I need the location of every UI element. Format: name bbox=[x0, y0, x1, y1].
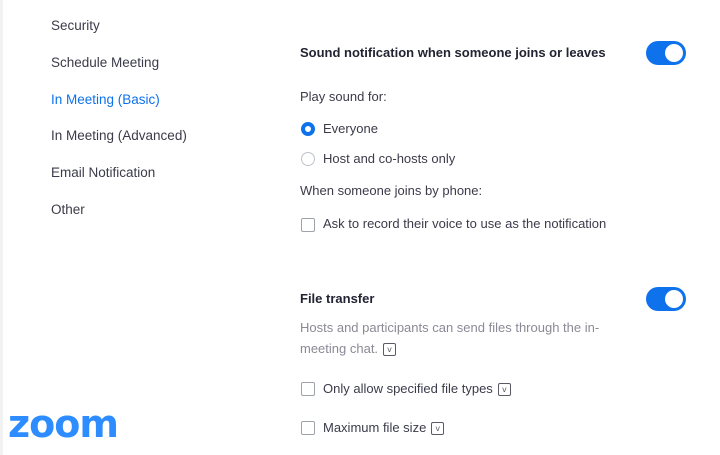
radio-everyone[interactable] bbox=[301, 122, 315, 136]
sidebar-item-in-meeting-advanced[interactable]: In Meeting (Advanced) bbox=[51, 128, 187, 143]
toggle-knob bbox=[665, 44, 683, 62]
max-file-size-checkbox[interactable] bbox=[301, 421, 315, 435]
only-specified-types-row: Only allow specified file types v bbox=[323, 381, 511, 397]
file-transfer-description: Hosts and participants can send files th… bbox=[300, 317, 618, 359]
only-specified-types-checkbox[interactable] bbox=[301, 382, 315, 396]
sidebar-item-security[interactable]: Security bbox=[51, 18, 100, 33]
max-file-size-label[interactable]: Maximum file size bbox=[323, 420, 426, 435]
radio-host-cohosts[interactable] bbox=[301, 152, 315, 166]
record-voice-label[interactable]: Ask to record their voice to use as the … bbox=[323, 216, 606, 231]
sidebar-item-in-meeting-basic[interactable]: In Meeting (Basic) bbox=[51, 92, 160, 107]
info-icon[interactable]: v bbox=[431, 422, 445, 436]
radio-host-cohosts-label[interactable]: Host and co-hosts only bbox=[323, 151, 455, 166]
toggle-knob bbox=[665, 290, 683, 308]
file-transfer-description-text: Hosts and participants can send files th… bbox=[300, 320, 600, 356]
max-file-size-row: Maximum file size v bbox=[323, 420, 445, 436]
sound-notification-toggle[interactable] bbox=[646, 41, 686, 65]
only-specified-types-label[interactable]: Only allow specified file types bbox=[323, 381, 493, 396]
sidebar-item-schedule-meeting[interactable]: Schedule Meeting bbox=[51, 55, 159, 70]
file-transfer-toggle[interactable] bbox=[646, 287, 686, 311]
info-icon[interactable]: v bbox=[497, 383, 511, 397]
radio-everyone-label[interactable]: Everyone bbox=[323, 121, 378, 136]
info-icon[interactable]: v bbox=[383, 343, 397, 357]
settings-sidebar: Security Schedule Meeting In Meeting (Ba… bbox=[0, 0, 260, 455]
settings-content: Sound notification when someone joins or… bbox=[260, 0, 720, 455]
phone-join-label: When someone joins by phone: bbox=[300, 183, 483, 198]
zoom-logo: zoom bbox=[8, 402, 119, 446]
sidebar-item-email-notification[interactable]: Email Notification bbox=[51, 165, 155, 180]
sidebar-item-other[interactable]: Other bbox=[51, 202, 85, 217]
play-sound-label: Play sound for: bbox=[300, 89, 387, 104]
record-voice-checkbox[interactable] bbox=[301, 218, 315, 232]
file-transfer-title: File transfer bbox=[300, 291, 375, 306]
sound-notification-title: Sound notification when someone joins or… bbox=[300, 45, 606, 60]
